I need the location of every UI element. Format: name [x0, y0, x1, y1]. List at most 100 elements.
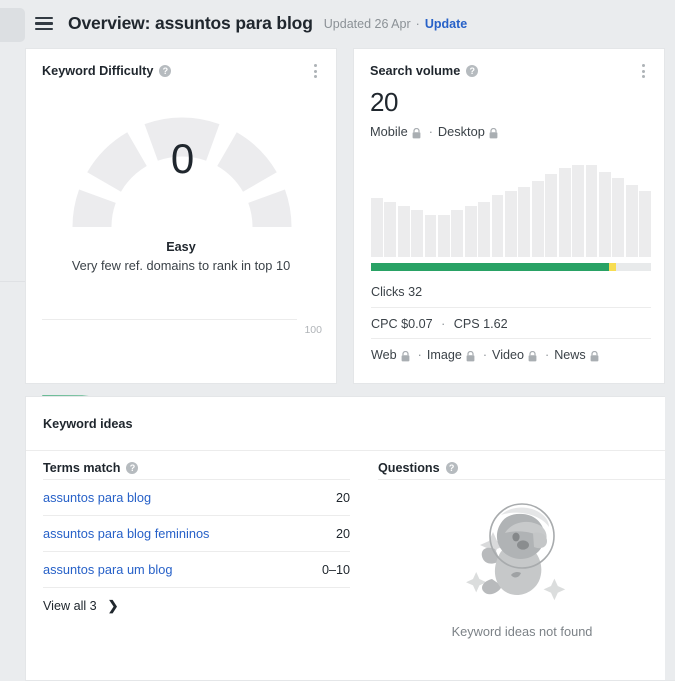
questions-column: Questions ?	[378, 457, 666, 480]
sv-trend-bar	[545, 174, 558, 257]
question-mark-icon[interactable]: ?	[126, 462, 139, 474]
keyword-link[interactable]: assuntos para blog	[43, 490, 151, 505]
sv-trend-bar	[424, 215, 437, 257]
sv-trend-bar	[505, 191, 517, 257]
header-separator: ·	[415, 16, 420, 31]
keyword-link[interactable]: assuntos para blog femininos	[43, 526, 209, 541]
question-mark-icon[interactable]: ?	[466, 65, 479, 77]
sv-trend-bar	[585, 164, 598, 257]
terms-match-column: Terms match ? assuntos para blog 20 assunt…	[43, 457, 350, 624]
more-options-icon[interactable]	[308, 63, 322, 79]
device-label-mobile: Mobile	[370, 124, 408, 139]
rail-chip[interactable]	[0, 8, 25, 42]
device-label-desktop: Desktop	[437, 124, 485, 139]
sv-trend-bar	[438, 215, 450, 257]
sv-trend-bar	[558, 167, 571, 257]
sv-trend-bar	[451, 209, 464, 257]
questions-header: Questions ?	[378, 457, 666, 479]
serp-separator: ·	[545, 348, 550, 362]
clicks-label: Clicks 32	[371, 285, 423, 299]
lock-icon	[489, 127, 498, 139]
keyword-volume: 20	[335, 526, 350, 541]
kd-y-max-label: 100	[304, 324, 322, 336]
serp-separator: ·	[417, 348, 422, 362]
lock-icon	[590, 350, 599, 362]
clicks-bar-segment-organic	[371, 263, 609, 271]
device-separator: ·	[428, 124, 433, 139]
terms-match-title: Terms match	[43, 461, 121, 475]
terms-match-header: Terms match ?	[43, 457, 350, 479]
sv-trend-bar	[397, 205, 410, 257]
questions-empty-state: Keyword ideas not found	[378, 493, 666, 639]
sv-trend-bar	[625, 184, 638, 257]
page-title: Overview: assuntos para blog	[68, 13, 313, 33]
sv-card-title: Search volume	[370, 64, 461, 78]
sv-cpc-row: CPC $0.07 · CPS 1.62	[371, 307, 651, 331]
rail-divider	[0, 281, 25, 282]
sv-serp-features-row: Web · Image · Video · News	[371, 338, 651, 362]
more-options-icon[interactable]	[636, 63, 650, 79]
cpc-label: CPC $0.07	[371, 317, 433, 331]
serp-label-video: Video	[492, 348, 525, 362]
terms-match-rows: assuntos para blog 20 assuntos para blog f…	[43, 480, 350, 588]
table-row[interactable]: assuntos para um blog 0–10	[43, 552, 350, 587]
serp-separator: ·	[482, 348, 488, 362]
keyword-ideas-divider	[26, 450, 666, 451]
sv-value: 20	[370, 87, 398, 117]
keyword-volume: 0–10	[321, 562, 350, 577]
table-row[interactable]: assuntos para blog femininos 20	[43, 516, 350, 551]
sv-trend-bar	[384, 201, 397, 257]
keyword-difficulty-card: Keyword Difficulty ? 0 Easy Very few ref…	[25, 48, 338, 419]
kd-gauge: 0	[26, 87, 338, 237]
updated-label: Updated 26 Apr	[323, 16, 411, 31]
hamburger-icon[interactable]	[35, 16, 53, 31]
sv-trend-bar	[572, 164, 584, 257]
kd-value: 0	[170, 135, 194, 182]
serp-label-image: Image	[426, 348, 462, 362]
sv-card-header: Search volume ?	[354, 49, 664, 79]
sv-trend-bar	[491, 195, 504, 257]
question-mark-icon[interactable]: ?	[445, 462, 458, 474]
lock-icon	[466, 350, 475, 362]
sv-trend-bar	[598, 171, 611, 257]
keyword-link[interactable]: assuntos para um blog	[43, 562, 172, 577]
clicks-bar-segment-no-click	[616, 263, 651, 271]
lock-icon	[528, 350, 537, 362]
update-link[interactable]: Update	[425, 17, 467, 31]
kd-rating: Easy	[166, 240, 196, 254]
sv-trend-bar	[518, 186, 531, 257]
cpc-separator: ·	[441, 317, 446, 331]
clicks-bar-segment-paid	[609, 263, 616, 271]
app-root: Overview: assuntos para blog Updated 26 …	[0, 0, 675, 681]
view-all-label: View all 3	[43, 599, 97, 613]
sv-trend-bar	[371, 198, 383, 257]
astronaut-kangaroo-icon	[466, 503, 566, 601]
keyword-ideas-panel: Keyword ideas Terms match ? assuntos par…	[25, 396, 666, 681]
column-divider	[371, 451, 372, 681]
sv-trend-bar	[531, 181, 544, 257]
left-rail	[0, 0, 25, 681]
kd-history-chart: 100 0 May 2021 Apr 2024	[42, 268, 322, 419]
table-row[interactable]: assuntos para blog 20	[43, 480, 350, 515]
sv-trend-bar	[639, 190, 651, 257]
serp-label-web: Web	[371, 348, 397, 362]
clicks-distribution-bar	[371, 263, 651, 271]
sv-trend-bar	[411, 209, 424, 257]
questions-empty-message: Keyword ideas not found	[451, 624, 593, 639]
row-divider	[378, 479, 666, 480]
sv-trend-bar	[612, 178, 625, 257]
kd-card-header: Keyword Difficulty ?	[26, 49, 336, 79]
view-all-button[interactable]: View all 3 ❯	[43, 588, 350, 624]
sv-trend-bars	[371, 162, 651, 257]
cps-label: CPS 1.62	[453, 317, 508, 331]
lock-icon	[412, 127, 421, 139]
kd-card-title: Keyword Difficulty	[42, 64, 154, 78]
sv-clicks-row: Clicks 32	[371, 277, 651, 299]
chevron-right-icon: ❯	[107, 598, 119, 613]
question-mark-icon[interactable]: ?	[159, 65, 172, 77]
lock-icon	[401, 350, 410, 362]
sv-trend-bar	[478, 201, 491, 257]
sv-devices: Mobile · Desktop	[354, 118, 664, 139]
questions-title: Questions	[378, 461, 440, 475]
keyword-ideas-title: Keyword ideas	[43, 417, 133, 431]
